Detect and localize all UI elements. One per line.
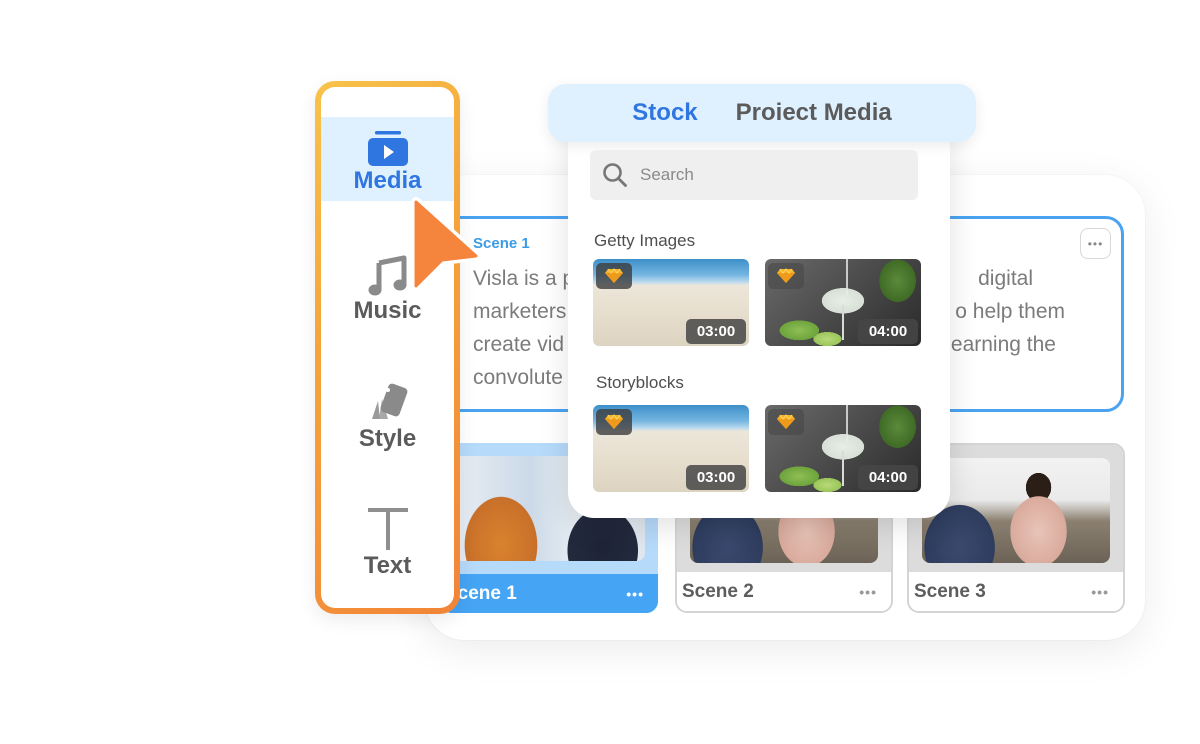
- sidebar-item-label: Text: [363, 552, 412, 579]
- section-title-storyblocks: Storyblocks: [596, 373, 684, 392]
- duration-badge: 03:00: [686, 465, 746, 490]
- script-line-left: marketers: [473, 300, 567, 323]
- media-play-icon: [367, 131, 408, 166]
- sidebar-item-style[interactable]: Style: [321, 367, 454, 455]
- text-t-icon: [367, 508, 408, 550]
- script-line-left: Visla is a p: [473, 267, 575, 290]
- glass-stem: [842, 305, 844, 341]
- media-search-field[interactable]: [590, 150, 918, 200]
- premium-badge: [768, 263, 804, 289]
- script-line-right: digital: [978, 267, 1033, 290]
- tab-project-media[interactable]: Proiect Media: [736, 99, 892, 127]
- scene-card-footer: Scene 2 •••: [677, 572, 891, 611]
- scene-script-more-button[interactable]: •••: [1080, 228, 1111, 259]
- premium-gem-icon: [605, 268, 623, 283]
- scene-thumbnail-image: [922, 458, 1110, 563]
- sidebar-item-text[interactable]: Text: [321, 492, 454, 582]
- tool-sidebar: Media Music Style Text: [315, 81, 460, 614]
- script-line-left: convolute: [473, 366, 563, 389]
- sidebar-item-label: Style: [358, 425, 417, 452]
- swatch-cards-icon: [371, 383, 407, 419]
- media-tile[interactable]: 04:00: [765, 405, 921, 492]
- glass-stem: [842, 451, 844, 487]
- media-tile[interactable]: 04:00: [765, 259, 921, 346]
- premium-gem-icon: [777, 414, 795, 429]
- pour-stream: [846, 405, 849, 442]
- scene-more-button[interactable]: •••: [859, 584, 877, 600]
- cursor-pointer-icon: [411, 197, 481, 291]
- scene-card-label: Scene 3: [914, 580, 986, 602]
- tab-stock[interactable]: Stock: [632, 99, 697, 127]
- scene-card-footer: Scene 3 •••: [909, 572, 1123, 611]
- media-tile[interactable]: 03:00: [593, 259, 749, 346]
- premium-badge: [596, 409, 632, 435]
- premium-gem-icon: [605, 414, 623, 429]
- sidebar-item-label: Music: [353, 297, 422, 324]
- tool-sidebar-panel: Media Music Style Text: [321, 87, 454, 608]
- search-input[interactable]: [640, 165, 900, 185]
- search-icon: [603, 163, 627, 187]
- media-source-tabs: Stock Proiect Media: [548, 84, 976, 142]
- script-line-right: earning the: [950, 333, 1056, 356]
- pour-stream: [846, 259, 849, 296]
- premium-badge: [596, 263, 632, 289]
- scene-more-button[interactable]: •••: [1091, 584, 1109, 600]
- premium-badge: [768, 409, 804, 435]
- duration-badge: 04:00: [858, 319, 918, 344]
- premium-gem-icon: [777, 268, 795, 283]
- duration-badge: 03:00: [686, 319, 746, 344]
- scene-more-button[interactable]: •••: [626, 586, 644, 602]
- media-tile[interactable]: 03:00: [593, 405, 749, 492]
- more-dots-icon: •••: [1087, 236, 1104, 251]
- scene-card-label: Scene 2: [682, 580, 754, 602]
- duration-badge: 04:00: [858, 465, 918, 490]
- sidebar-item-media[interactable]: Media: [321, 117, 454, 201]
- scene-card-footer: Scene 1 •••: [440, 574, 658, 613]
- sidebar-item-label: Media: [353, 167, 422, 194]
- script-line-right: o help them: [955, 300, 1065, 323]
- section-title-getty: Getty Images: [594, 231, 696, 250]
- script-line-left: create vid: [473, 333, 565, 356]
- music-note-icon: [368, 255, 406, 296]
